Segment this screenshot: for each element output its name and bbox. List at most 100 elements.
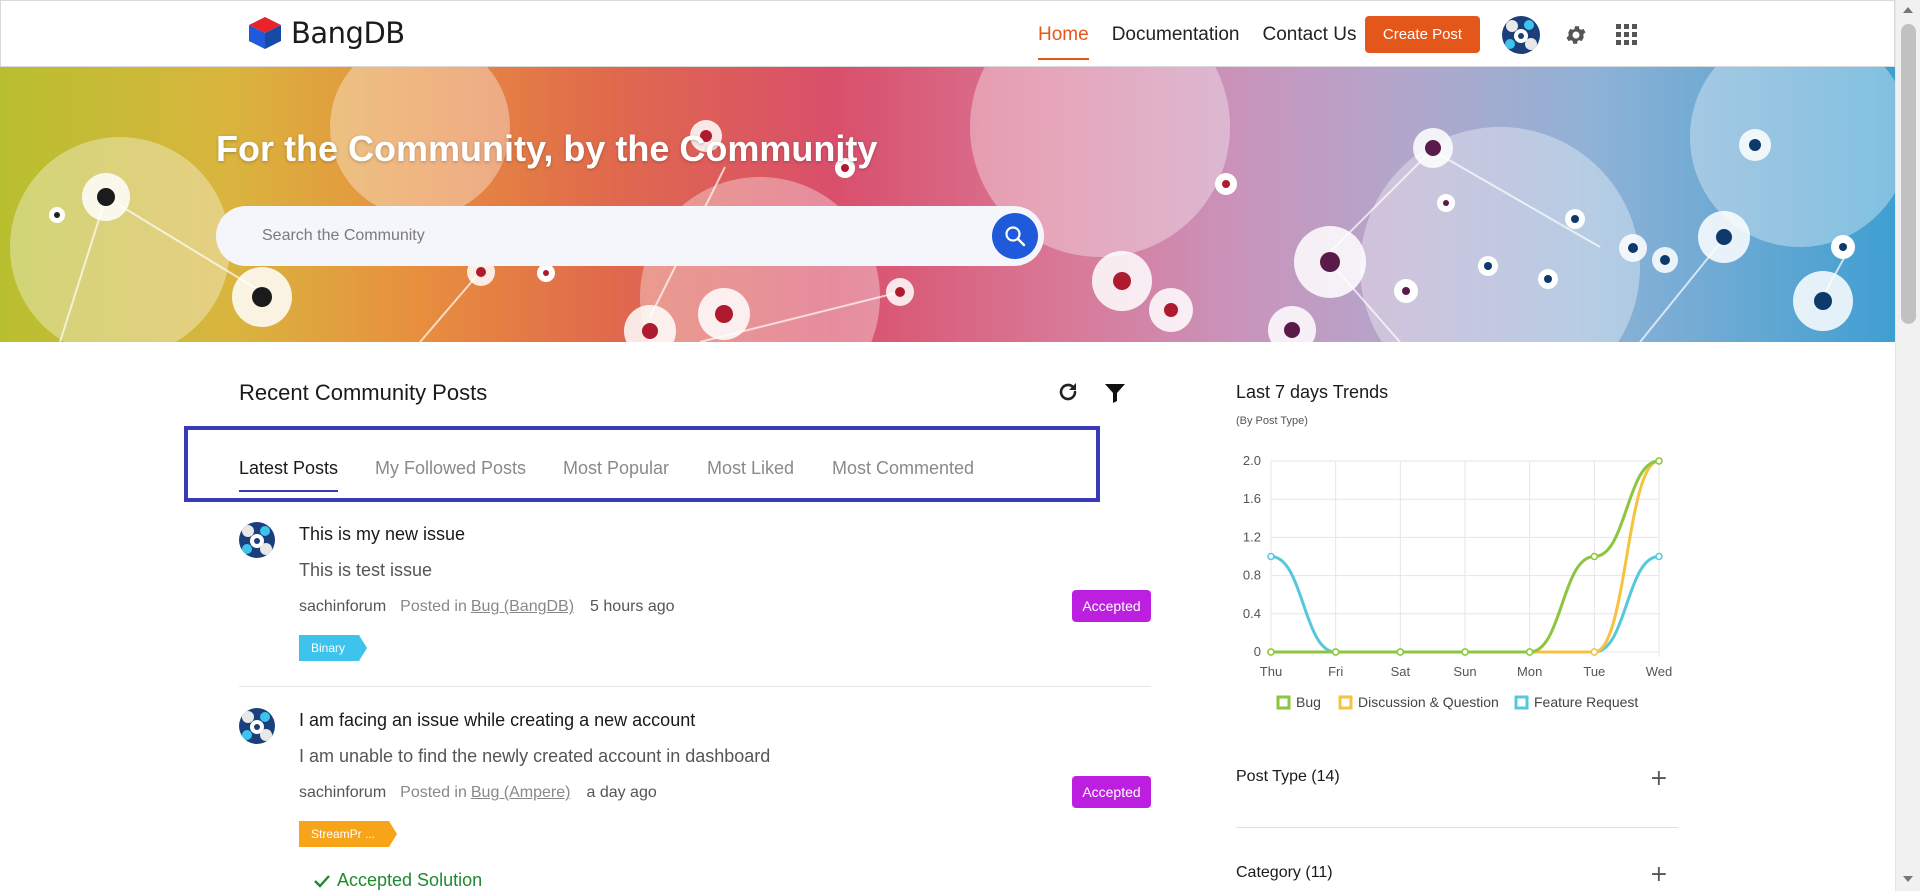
post-body: This is test issue: [299, 560, 433, 580]
scroll-thumb[interactable]: [1901, 24, 1916, 324]
page-scrollbar[interactable]: [1895, 0, 1920, 891]
logo[interactable]: BangDB: [245, 15, 405, 51]
filter-category[interactable]: Category (11) +: [1236, 850, 1678, 891]
user-avatar[interactable]: [1502, 16, 1540, 54]
post-time: a day ago: [586, 784, 657, 801]
post-tabs: Latest Posts My Followed Posts Most Popu…: [184, 426, 1100, 502]
tab-latest-posts[interactable]: Latest Posts: [239, 458, 339, 492]
chart-data-point: [1590, 552, 1599, 561]
status-badge: Accepted: [1072, 776, 1151, 808]
filter-post-type[interactable]: Post Type (14) +: [1236, 754, 1678, 804]
hero-banner: For the Community, by the Community: [0, 67, 1895, 342]
chart-data-point: [1331, 648, 1340, 656]
apps-grid-icon[interactable]: [1616, 24, 1638, 46]
scroll-up-arrow-icon[interactable]: [1903, 7, 1913, 13]
accepted-solution-label: Accepted Solution: [337, 870, 483, 890]
post-item: This is my new issue This is test issue …: [239, 522, 1151, 672]
nav-documentation[interactable]: Documentation: [1112, 1, 1240, 68]
post-author-avatar[interactable]: [239, 522, 275, 558]
chart-y-tick-label: 0.4: [1243, 606, 1261, 621]
post-meta: sachinforum Posted in Bug (Ampere) a day ag…: [299, 784, 657, 802]
chart-data-point: [1590, 648, 1599, 656]
post-author[interactable]: sachinforum: [299, 598, 386, 615]
chart-data-point: [1655, 457, 1663, 465]
chart-x-tick-label: Fri: [1328, 664, 1343, 679]
chart-legend-swatch: [1338, 695, 1353, 710]
main-nav: Home Documentation Contact Us: [1038, 1, 1379, 68]
checkmark-icon: [314, 874, 330, 888]
chart-legend-label: Feature Request: [1534, 694, 1638, 710]
top-header: BangDB Home Documentation Contact Us Cre…: [0, 0, 1895, 67]
avatar-pattern-icon: [1502, 16, 1540, 54]
chart-data-point: [1655, 552, 1663, 561]
nav-contact-us[interactable]: Contact Us: [1262, 1, 1356, 68]
post-divider: [239, 686, 1151, 687]
filter-post-type-label: Post Type (14): [1236, 768, 1340, 785]
chart-legend-swatch: [1276, 695, 1291, 710]
post-meta: sachinforum Posted in Bug (BangDB) 5 hours …: [299, 598, 675, 616]
bangdb-cube-icon: [249, 17, 281, 49]
trends-subtitle: (By Post Type): [1236, 415, 1308, 427]
post-tag[interactable]: Binary: [299, 635, 368, 661]
tab-most-commented[interactable]: Most Commented: [832, 458, 974, 479]
logo-text: BangDB: [291, 16, 405, 50]
hero-title: For the Community, by the Community: [216, 128, 878, 169]
refresh-icon[interactable]: [1057, 381, 1079, 403]
chart-data-point: [1525, 648, 1534, 656]
post-time: 5 hours ago: [590, 598, 675, 615]
filter-divider: [1236, 827, 1678, 828]
search-input[interactable]: [262, 224, 962, 248]
post-item: I am facing an issue while creating a ne…: [239, 708, 1151, 868]
filter-category-label: Category (11): [1236, 864, 1333, 881]
post-author[interactable]: sachinforum: [299, 784, 386, 801]
chart-legend-label: Bug: [1296, 694, 1321, 710]
search-bar: [216, 206, 1044, 266]
accepted-solution-link[interactable]: Accepted Solution: [313, 870, 482, 891]
search-icon: [1005, 226, 1026, 247]
chart-y-tick-label: 2.0: [1243, 453, 1261, 468]
expand-plus-icon[interactable]: +: [1650, 862, 1668, 887]
chart-x-tick-label: Sat: [1391, 664, 1411, 679]
post-tag[interactable]: StreamPr ...: [299, 821, 398, 847]
chart-y-tick-label: 1.6: [1243, 491, 1261, 506]
tab-most-popular[interactable]: Most Popular: [563, 458, 669, 479]
scroll-down-arrow-icon[interactable]: [1903, 876, 1913, 882]
chart-data-point: [1267, 552, 1275, 561]
create-post-button[interactable]: Create Post: [1365, 16, 1480, 53]
posted-in-label: Posted in: [400, 598, 467, 615]
avatar-pattern-icon: [239, 522, 275, 558]
chart-y-tick-label: 0: [1254, 644, 1261, 659]
tab-my-followed-posts[interactable]: My Followed Posts: [375, 458, 526, 479]
post-category-link[interactable]: Bug (Ampere): [471, 784, 571, 801]
chart-legend-label: Discussion & Question: [1358, 694, 1499, 710]
post-body: I am unable to find the newly created ac…: [299, 746, 771, 766]
hero-bubble-network-decoration: [10, 67, 1895, 342]
chart-x-tick-label: Thu: [1260, 664, 1282, 679]
chart-data-point: [1396, 648, 1405, 656]
gear-icon[interactable]: [1564, 23, 1588, 47]
expand-plus-icon[interactable]: +: [1650, 766, 1668, 791]
chart-y-tick-label: 1.2: [1243, 529, 1261, 544]
post-category-link[interactable]: Bug (BangDB): [471, 598, 574, 615]
trends-line-chart: 2.0 1.6 1.2 0.8 0.4 0 Thu Fri Sat Sun Mon Tue Wed Bug…: [1243, 453, 1673, 710]
chart-x-tick-label: Tue: [1583, 664, 1605, 679]
post-title[interactable]: This is my new issue: [299, 524, 465, 545]
chart-y-tick-label: 0.8: [1243, 568, 1261, 583]
chart-data-point: [1461, 648, 1469, 656]
status-badge: Accepted: [1072, 590, 1151, 622]
chart-legend-swatch: [1514, 695, 1529, 710]
chart-x-tick-label: Sun: [1453, 664, 1476, 679]
chart-x-tick-label: Mon: [1517, 664, 1542, 679]
filter-icon[interactable]: [1104, 382, 1126, 404]
post-title[interactable]: I am facing an issue while creating a ne…: [299, 710, 695, 731]
post-author-avatar[interactable]: [239, 708, 275, 744]
tab-most-liked[interactable]: Most Liked: [707, 458, 794, 479]
nav-home[interactable]: Home: [1038, 1, 1089, 68]
chart-data-point: [1267, 648, 1275, 656]
recent-posts-title: Recent Community Posts: [239, 380, 488, 405]
trends-title: Last 7 days Trends: [1236, 382, 1389, 402]
chart-x-tick-label: Wed: [1646, 664, 1673, 679]
search-button[interactable]: [992, 213, 1038, 259]
posted-in-label: Posted in: [400, 784, 467, 801]
avatar-pattern-icon: [239, 708, 275, 744]
